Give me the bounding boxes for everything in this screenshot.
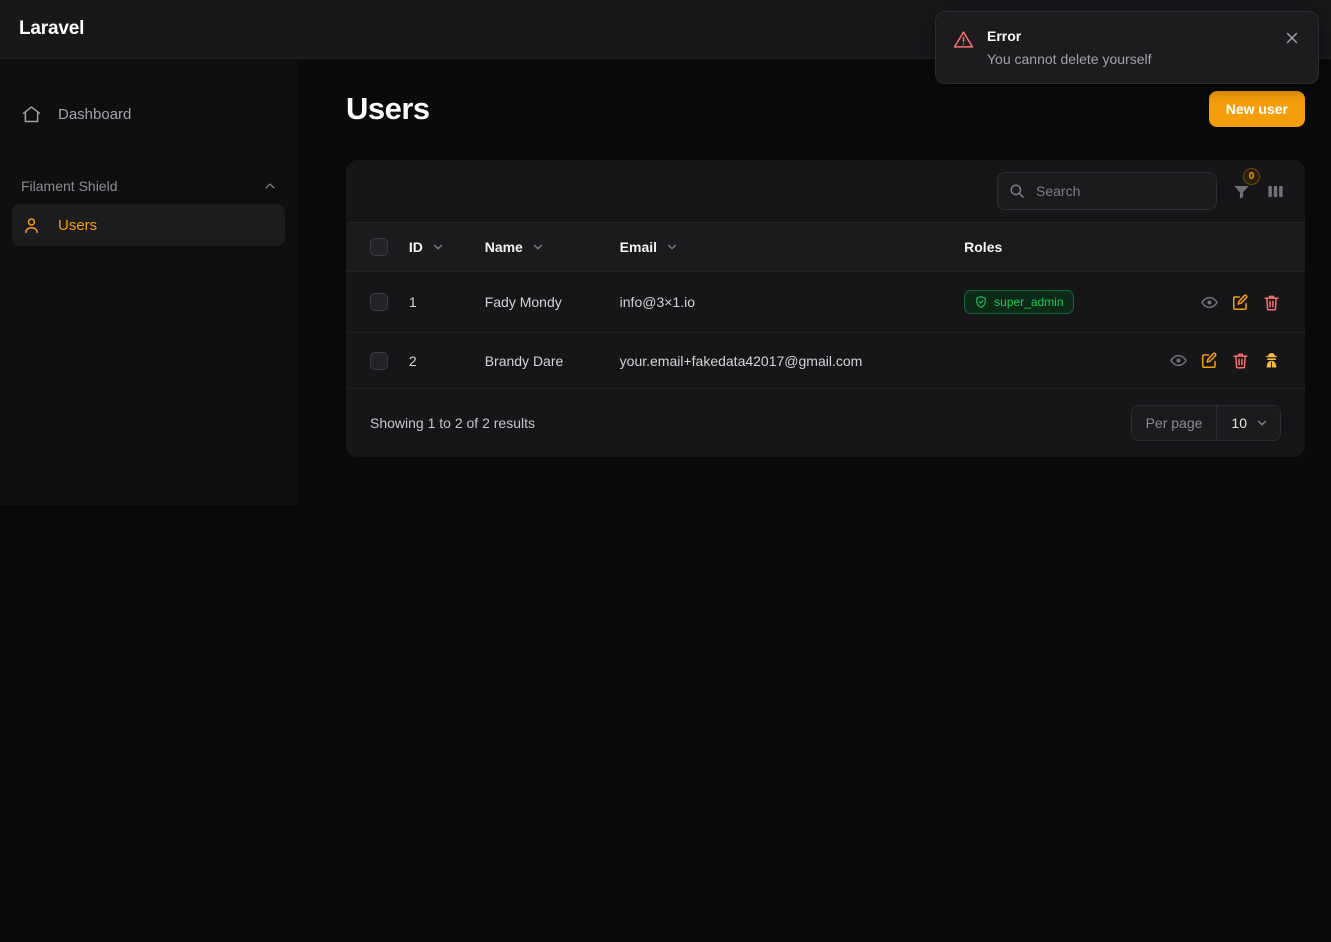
sidebar-item-users[interactable]: Users: [12, 204, 285, 246]
error-triangle-icon: [953, 29, 974, 50]
cell-roles: [964, 333, 1169, 389]
th-id[interactable]: ID: [408, 222, 485, 272]
table-toolbar: 0: [346, 160, 1305, 222]
user-icon: [21, 215, 42, 236]
filter-button[interactable]: 0: [1231, 168, 1260, 201]
edit-icon[interactable]: [1200, 351, 1219, 370]
th-select-all: [346, 222, 409, 272]
view-icon[interactable]: [1200, 293, 1219, 312]
th-email[interactable]: Email: [619, 222, 965, 272]
table-footer: Showing 1 to 2 of 2 results Per page 10: [346, 389, 1305, 457]
search-input[interactable]: [997, 172, 1217, 210]
table-body: 1 Fady Mondy info@3×1.io super_admin 2 B…: [346, 271, 1305, 389]
filter-count-badge: 0: [1243, 168, 1260, 185]
cell-name: Brandy Dare: [484, 352, 564, 369]
chevron-down-icon: [665, 240, 679, 254]
sidebar-item-dashboard-label: Dashboard: [58, 105, 132, 123]
row-select-cell: [346, 272, 409, 333]
th-actions: [1169, 222, 1305, 272]
per-page-label: Per page: [1131, 406, 1217, 440]
cell-roles: super_admin: [964, 272, 1169, 333]
table-header: ID Name Email Roles: [346, 222, 1305, 272]
new-user-button[interactable]: New user: [1208, 91, 1305, 127]
sidebar-item-dashboard[interactable]: Dashboard: [12, 93, 285, 135]
main-content: Users New user 0: [297, 60, 1331, 505]
shield-check-icon: [974, 295, 988, 309]
cell-name: Fady Mondy: [484, 294, 562, 310]
cell-id: 2: [408, 352, 417, 369]
cell-actions: [1169, 333, 1305, 389]
cell-id: 1: [408, 294, 417, 310]
notification-title: Error: [987, 28, 1022, 44]
row-checkbox[interactable]: [370, 293, 388, 311]
per-page-control: Per page 10: [1130, 405, 1281, 441]
sidebar-group-label: Filament Shield: [21, 178, 118, 194]
th-name-label: Name: [484, 239, 523, 255]
error-notification: Error You cannot delete yourself: [935, 11, 1319, 84]
delete-icon[interactable]: [1262, 293, 1281, 312]
notification-body: Error You cannot delete yourself: [987, 28, 1270, 67]
cell-email: info@3×1.io: [619, 294, 695, 310]
row-select-cell: [346, 333, 409, 389]
view-icon[interactable]: [1169, 351, 1188, 370]
th-email-label: Email: [619, 239, 658, 255]
edit-icon[interactable]: [1231, 293, 1250, 312]
table-header-row: ID Name Email Roles: [346, 222, 1305, 272]
impersonate-icon[interactable]: [1262, 351, 1281, 370]
page-title: Users: [346, 91, 430, 126]
th-name[interactable]: Name: [484, 222, 620, 272]
search-field: [997, 172, 1217, 210]
results-summary: Showing 1 to 2 of 2 results: [370, 415, 535, 431]
close-icon[interactable]: [1283, 29, 1301, 47]
cell-actions: [1169, 272, 1305, 333]
th-id-label: ID: [408, 239, 423, 255]
per-page-value: 10: [1231, 415, 1247, 431]
th-roles-label: Roles: [964, 239, 1003, 255]
sidebar-group-filament-shield[interactable]: Filament Shield: [21, 178, 278, 194]
role-badge-label: super_admin: [994, 295, 1064, 309]
table-row[interactable]: 1 Fady Mondy info@3×1.io super_admin: [346, 271, 1305, 333]
row-checkbox[interactable]: [370, 351, 388, 370]
users-table-card: 0 ID: [346, 160, 1305, 457]
page-background-below-fold: [0, 505, 1331, 942]
table-row[interactable]: 2 Brandy Dare your.email+fakedata42017@g…: [346, 332, 1305, 389]
delete-icon[interactable]: [1231, 351, 1250, 370]
chevron-down-icon: [1255, 416, 1269, 430]
role-badge: super_admin: [964, 290, 1074, 314]
chevron-down-icon: [431, 240, 445, 254]
home-icon: [21, 104, 42, 125]
columns-button[interactable]: [1265, 181, 1285, 201]
chevron-up-icon[interactable]: [262, 178, 278, 194]
cell-email: your.email+fakedata42017@gmail.com: [619, 352, 863, 369]
chevron-down-icon: [531, 240, 545, 254]
sidebar-item-users-label: Users: [58, 216, 98, 234]
users-table: ID Name Email Roles 1 Fady Mondy info@3×…: [346, 222, 1305, 389]
notification-message: You cannot delete yourself: [987, 51, 1152, 67]
app-logo[interactable]: Laravel: [19, 18, 84, 40]
th-roles: Roles: [964, 222, 1169, 272]
select-all-checkbox[interactable]: [370, 238, 388, 256]
per-page-select[interactable]: 10: [1216, 406, 1280, 440]
